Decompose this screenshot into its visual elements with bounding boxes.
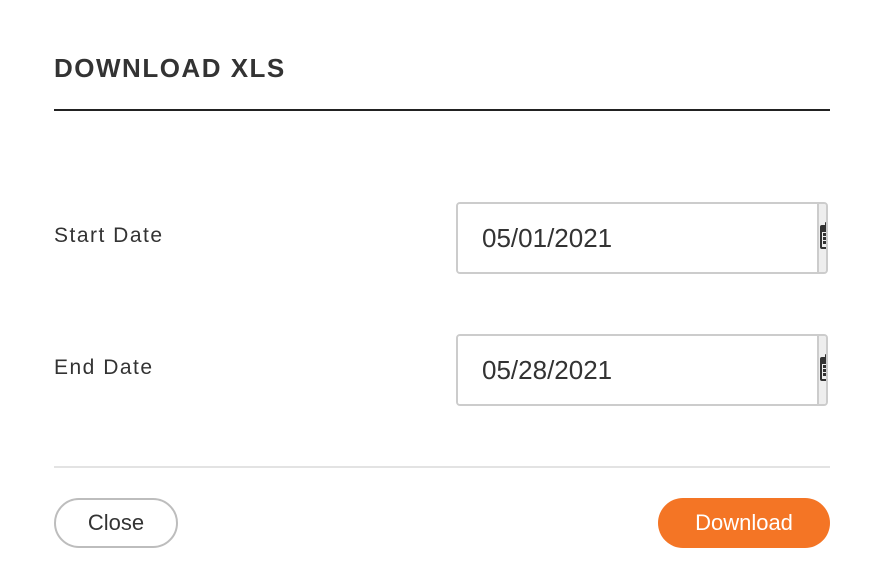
close-button[interactable]: Close [54, 498, 178, 548]
start-date-input[interactable] [458, 204, 817, 272]
start-date-label: Start Date [54, 224, 164, 247]
download-button[interactable]: Download [658, 498, 830, 548]
dialog-title: DOWNLOAD XLS [54, 53, 286, 83]
end-date-picker [456, 334, 828, 406]
calendar-icon [819, 353, 826, 387]
download-xls-dialog: DOWNLOAD XLS Start Date End [0, 0, 880, 580]
start-date-calendar-button[interactable] [817, 204, 826, 272]
footer-divider [54, 466, 830, 468]
title-divider [54, 109, 830, 111]
end-date-label: End Date [54, 356, 154, 379]
end-date-input[interactable] [458, 336, 817, 404]
start-date-picker [456, 202, 828, 274]
end-date-calendar-button[interactable] [817, 336, 826, 404]
calendar-icon [819, 221, 826, 255]
